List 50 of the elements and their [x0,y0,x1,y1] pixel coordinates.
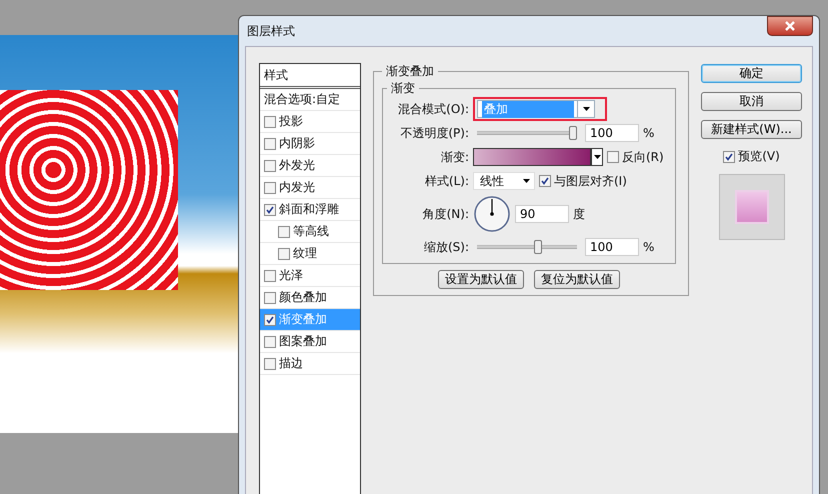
dialog-button[interactable]: 确定 [701,64,802,83]
field-label: 缩放(S): [422,238,469,256]
style-checkbox[interactable] [264,336,276,348]
style-checkbox[interactable] [264,182,276,194]
style-checkbox[interactable] [278,248,290,260]
field-label: 角度(N): [422,206,469,222]
input-field[interactable]: 90 [515,205,569,223]
style-checkbox[interactable] [264,204,276,216]
reverse-checkbox[interactable]: 反向(R) [607,148,664,166]
unit-label: 度 [573,206,585,222]
style-checkbox[interactable] [264,138,276,150]
style-checkbox[interactable] [264,270,276,282]
field-label: 不透明度(P): [399,124,469,142]
field-label: 样式(L): [424,172,469,190]
window-title: 图层样式 [247,22,295,40]
angle-dial[interactable] [473,195,511,233]
close-button[interactable] [767,16,813,36]
input-field[interactable]: 100 [585,124,639,142]
preview-swatch [734,190,768,224]
close-icon [785,21,795,31]
checkbox-icon[interactable] [607,151,619,163]
style-checkbox[interactable] [264,358,276,370]
style-checkbox[interactable] [264,116,276,128]
style-checkbox[interactable] [264,314,276,326]
gradient-swatch[interactable] [473,148,591,166]
style-select[interactable]: 线性 [473,172,535,190]
slider-thumb[interactable] [569,126,577,140]
checkbox-icon[interactable] [723,150,736,162]
slider-thumb[interactable] [534,240,542,254]
default-button[interactable]: 复位为默认值 [534,270,620,289]
caret-icon [522,179,530,183]
style-checkbox[interactable] [264,292,276,304]
subgroup-title: 渐变 [390,80,416,97]
dialog-button[interactable]: 取消 [701,92,802,111]
caret-icon [594,155,600,159]
caret-icon [582,107,590,111]
checkbox-icon[interactable] [539,175,551,187]
default-button[interactable]: 设置为默认值 [438,270,524,289]
preview-checkbox[interactable]: 预览(V) [723,148,780,165]
input-field[interactable]: 100 [585,238,639,256]
style-checkbox[interactable] [264,160,276,172]
gradient-dropdown-button[interactable] [591,148,603,166]
dialog-button[interactable]: 新建样式(W)... [701,120,802,139]
align-checkbox[interactable]: 与图层对齐(I) [539,172,627,190]
unit-label: % [643,126,654,140]
field-label: 混合模式(O): [397,100,469,118]
group-title: 渐变叠加 [385,63,435,80]
field-label: 渐变: [440,148,469,166]
style-checkbox[interactable] [278,226,290,238]
unit-label: % [643,240,654,254]
